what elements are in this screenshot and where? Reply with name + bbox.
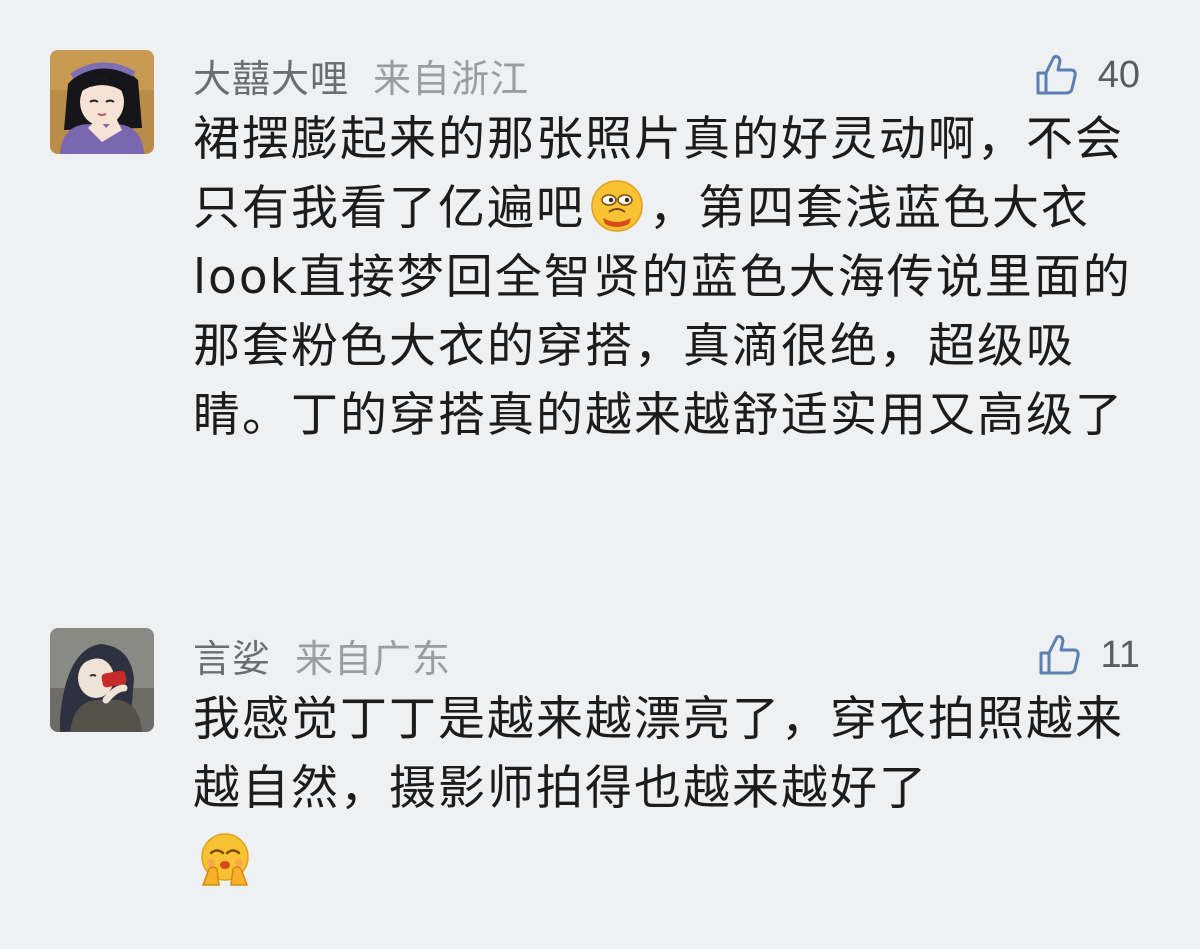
user-avatar[interactable] <box>50 50 154 154</box>
location-label: 来自浙江 <box>373 56 530 101</box>
comment-header: 言娑 来自广东 <box>193 628 452 683</box>
thumbs-up-icon <box>1036 55 1077 95</box>
location-label: 来自广东 <box>295 636 452 681</box>
anime-drinking-avatar-icon <box>50 628 154 732</box>
like-button[interactable]: 11 <box>1035 630 1140 680</box>
like-count: 11 <box>1100 633 1140 676</box>
anime-girl-avatar-icon <box>50 50 154 154</box>
comment-item: 言娑 来自广东 11 我感觉丁丁是越来越漂亮了，穿衣拍照越来越自然，摄影师拍得也… <box>0 600 1200 949</box>
username[interactable]: 大囍大哩 <box>193 48 349 103</box>
user-avatar[interactable] <box>50 628 154 732</box>
comment-text: 我感觉丁丁是越来越漂亮了，穿衣拍照越来越自然，摄影师拍得也越来越好了 <box>193 685 1143 887</box>
comment-header: 大囍大哩 来自浙江 <box>193 48 530 103</box>
comment-text-part: 我感觉丁丁是越来越漂亮了，穿衣拍照越来越自然，摄影师拍得也越来越好了 <box>193 692 1124 816</box>
like-count: 40 <box>1097 53 1140 96</box>
thumbs-up-icon <box>1039 635 1080 675</box>
comment-item: 大囍大哩 来自浙江 40 裙摆膨起来的那张照片真的好灵动啊，不会只有我看了亿遍吧… <box>0 0 1200 560</box>
pleading-hands-face-emoji-icon <box>197 831 253 887</box>
smirk-face-emoji-icon <box>589 178 645 234</box>
like-button[interactable]: 40 <box>1032 50 1140 100</box>
comment-text: 裙摆膨起来的那张照片真的好灵动啊，不会只有我看了亿遍吧 ，第四套浅蓝色大衣loo… <box>193 105 1143 450</box>
username[interactable]: 言娑 <box>193 628 271 683</box>
